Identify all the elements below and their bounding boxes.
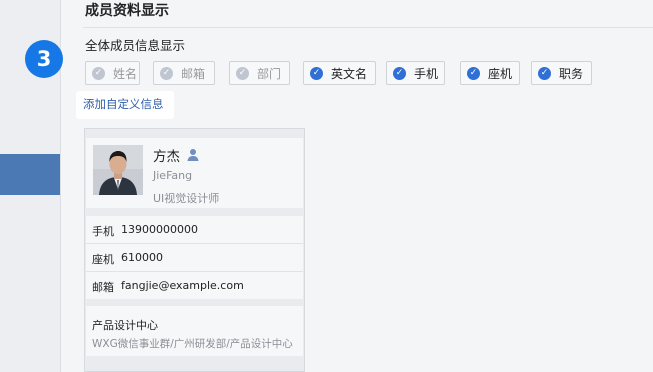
info-row-key: 邮箱 — [92, 281, 114, 294]
info-row-mobile: 手机 13900000000 — [86, 216, 303, 243]
field-chip-position[interactable]: ✓ 职务 — [531, 61, 592, 85]
info-row-landline: 座机 610000 — [86, 244, 303, 271]
field-chip-label: 姓名 — [113, 66, 138, 81]
section-title: 成员资料显示 — [85, 3, 169, 19]
check-icon: ✓ — [467, 66, 480, 80]
step-number-badge: 3 — [25, 40, 63, 78]
field-chip-name: ✓ 姓名 — [85, 61, 140, 85]
member-preview-card: 方杰 JieFang UI视觉设计师 手机 13900000000 座机 610… — [84, 128, 305, 372]
field-chip-landline[interactable]: ✓ 座机 — [460, 61, 520, 85]
info-row-value: fangjie@example.com — [121, 279, 244, 292]
field-chip-label: 邮箱 — [181, 66, 206, 81]
member-job-title: UI视觉设计师 — [153, 192, 220, 205]
main-panel: 成员资料显示 全体成员信息显示 ✓ 姓名 ✓ 邮箱 ✓ 部门 ✓ 英文名 ✓ 手… — [61, 0, 653, 372]
field-chip-label: 手机 — [414, 66, 439, 81]
field-chip-label: 职务 — [559, 66, 584, 81]
check-icon: ✓ — [92, 66, 105, 80]
member-english-name: JieFang — [153, 169, 193, 182]
info-row-email: 邮箱 fangjie@example.com — [86, 272, 303, 299]
info-row-key: 手机 — [92, 225, 114, 238]
field-chip-english-name[interactable]: ✓ 英文名 — [303, 61, 376, 85]
department-block: 产品设计中心 WXG微信事业群/广州研发部/产品设计中心 — [86, 306, 303, 356]
field-chip-email: ✓ 邮箱 — [153, 61, 215, 85]
add-custom-field-highlight: 添加自定义信息 — [76, 91, 174, 119]
check-icon: ✓ — [160, 66, 173, 80]
person-icon[interactable] — [186, 147, 200, 166]
card-section-gap — [86, 208, 303, 216]
field-chip-department: ✓ 部门 — [229, 61, 290, 85]
info-row-value: 13900000000 — [121, 223, 198, 236]
field-chip-label: 英文名 — [331, 66, 368, 81]
sidebar-active-item[interactable] — [0, 154, 60, 195]
member-name: 方杰 — [153, 149, 180, 165]
subsection-title: 全体成员信息显示 — [85, 38, 186, 53]
check-icon: ✓ — [310, 66, 323, 80]
field-chip-label: 部门 — [257, 66, 282, 81]
info-row-value: 610000 — [121, 251, 163, 264]
add-custom-field-link[interactable]: 添加自定义信息 — [83, 96, 164, 112]
avatar — [93, 145, 143, 195]
check-icon: ✓ — [538, 66, 551, 80]
department-path: WXG微信事业群/广州研发部/产品设计中心 — [92, 338, 293, 350]
check-icon: ✓ — [393, 66, 406, 80]
field-chip-label: 座机 — [488, 66, 513, 81]
department-name: 产品设计中心 — [92, 319, 158, 332]
info-row-key: 座机 — [92, 253, 114, 266]
section-divider — [83, 27, 653, 28]
field-chip-mobile[interactable]: ✓ 手机 — [386, 61, 445, 85]
check-icon: ✓ — [236, 66, 249, 80]
